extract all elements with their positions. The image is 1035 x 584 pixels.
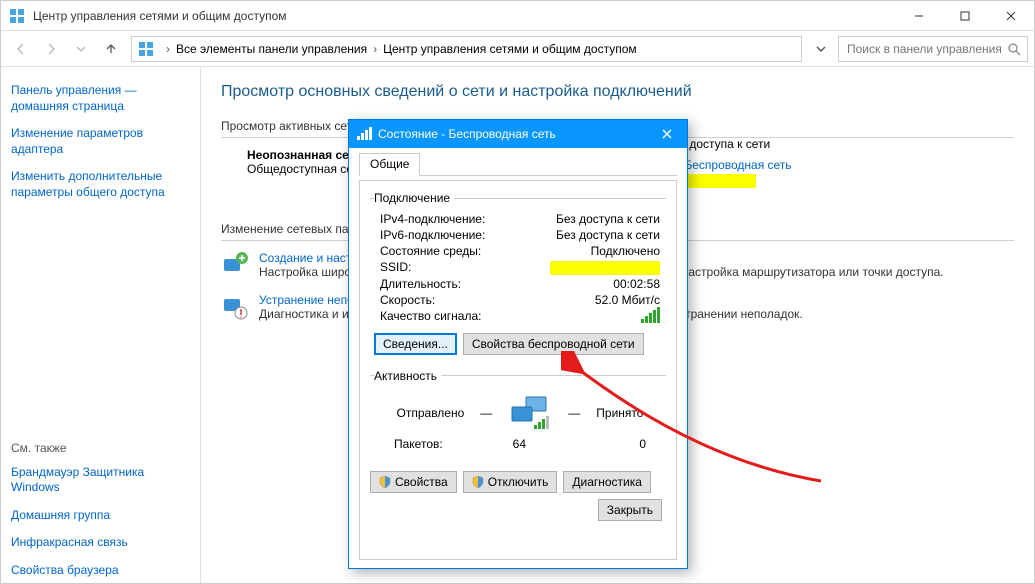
shield-icon <box>379 476 391 488</box>
chevron-right-icon: › <box>166 42 170 56</box>
breadcrumb-item[interactable]: Центр управления сетями и общим доступом <box>383 42 637 56</box>
troubleshoot-icon <box>221 293 249 321</box>
wifi-signal-icon <box>357 126 372 143</box>
speed-label: Скорость: <box>380 293 595 307</box>
breadcrumb[interactable]: › Все элементы панели управления › Центр… <box>131 36 802 62</box>
packets-sent-value: 64 <box>466 437 526 451</box>
packets-label: Пакетов: <box>394 437 466 451</box>
ipv4-value: Без доступа к сети <box>556 212 660 226</box>
sidebar-browser-props[interactable]: Свойства браузера <box>11 563 190 579</box>
titlebar: Центр управления сетями и общим доступом <box>1 1 1034 31</box>
properties-button[interactable]: Свойства <box>370 471 457 493</box>
refresh-dropdown-icon[interactable] <box>808 36 834 62</box>
sidebar-firewall[interactable]: Брандмауэр Защитника Windows <box>11 465 190 496</box>
chevron-right-icon: › <box>373 42 377 56</box>
ipv6-value: Без доступа к сети <box>556 228 660 242</box>
received-label: Принято <box>596 406 643 420</box>
signal-value <box>641 309 660 326</box>
wireless-properties-button[interactable]: Свойства беспроводной сети <box>463 333 644 355</box>
search-icon <box>1007 42 1021 56</box>
close-button[interactable] <box>988 1 1034 31</box>
sidebar-homegroup[interactable]: Домашняя группа <box>11 508 190 524</box>
tab-general[interactable]: Общие <box>359 153 420 176</box>
sidebar-adapter-settings[interactable]: Изменение параметров адаптера <box>11 126 190 157</box>
network-center-icon <box>9 8 25 24</box>
duration-value: 00:02:58 <box>613 277 660 291</box>
close-dialog-button[interactable]: Закрыть <box>598 499 662 521</box>
page-title: Просмотр основных сведений о сети и наст… <box>221 83 1014 101</box>
sent-label: Отправлено <box>397 406 465 420</box>
speed-value: 52.0 Мбит/с <box>595 293 660 307</box>
sidebar-sharing-settings[interactable]: Изменить дополнительные параметры общего… <box>11 169 190 200</box>
sidebar-home[interactable]: Панель управления — домашняя страница <box>11 83 190 114</box>
packets-recv-value: 0 <box>586 437 646 451</box>
details-button[interactable]: Сведения... <box>374 333 457 355</box>
navigation-bar: › Все элементы панели управления › Центр… <box>1 31 1034 67</box>
ipv6-label: IPv6-подключение: <box>380 228 556 242</box>
sidebar: Панель управления — домашняя страница Из… <box>1 67 201 583</box>
ssid-label: SSID: <box>380 260 550 275</box>
duration-label: Длительность: <box>380 277 613 291</box>
disable-button[interactable]: Отключить <box>463 471 558 493</box>
breadcrumb-item[interactable]: Все элементы панели управления <box>176 42 367 56</box>
search-field[interactable] <box>845 41 1003 57</box>
media-state-label: Состояние среды: <box>380 244 591 258</box>
activity-group-label: Активность <box>374 369 441 383</box>
search-input[interactable] <box>838 36 1028 62</box>
dialog-title: Состояние - Беспроводная сеть <box>378 127 556 141</box>
dialog-titlebar[interactable]: Состояние - Беспроводная сеть <box>349 120 687 148</box>
connection-group-label: Подключение <box>374 191 454 205</box>
nav-back-icon[interactable] <box>7 35 35 63</box>
nav-forward-icon[interactable] <box>37 35 65 63</box>
dash: — <box>480 406 492 420</box>
nav-recent-icon[interactable] <box>67 35 95 63</box>
wireless-connection-link[interactable]: Беспроводная сеть <box>684 158 791 172</box>
nav-up-icon[interactable] <box>97 35 125 63</box>
window-title: Центр управления сетями и общим доступом <box>33 9 287 23</box>
status-dialog: Состояние - Беспроводная сеть Общие Подк… <box>348 119 688 569</box>
shield-icon <box>472 476 484 488</box>
see-also-label: См. также <box>11 441 190 455</box>
ssid-value <box>550 260 660 275</box>
media-state-value: Подключено <box>591 244 660 258</box>
dash: — <box>568 406 580 420</box>
control-panel-icon <box>138 41 154 57</box>
ipv4-label: IPv4-подключение: <box>380 212 556 226</box>
diagnose-button[interactable]: Диагностика <box>563 471 651 493</box>
dialog-close-button[interactable] <box>647 120 687 148</box>
activity-computers-icon <box>508 395 552 431</box>
new-connection-icon <box>221 251 249 279</box>
minimize-button[interactable] <box>896 1 942 31</box>
maximize-button[interactable] <box>942 1 988 31</box>
signal-label: Качество сигнала: <box>380 309 641 326</box>
sidebar-infrared[interactable]: Инфракрасная связь <box>11 535 190 551</box>
